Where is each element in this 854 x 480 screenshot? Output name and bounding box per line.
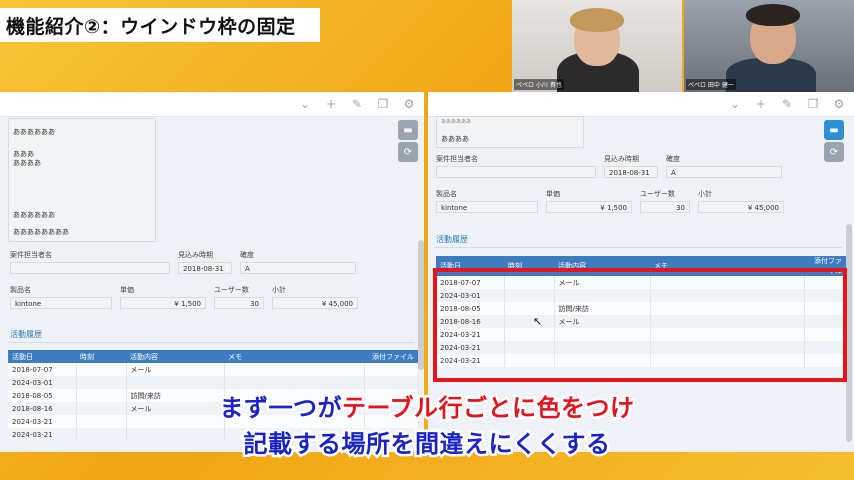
textarea-line: ああああああ xyxy=(441,119,472,125)
users-field[interactable]: 30 xyxy=(214,297,264,309)
caption-line-2: 記載する場所を間違えにくくする xyxy=(0,424,854,461)
caption-part: まず一つが xyxy=(217,392,344,425)
copy-icon[interactable]: ❐ xyxy=(806,97,820,111)
period-field[interactable]: 2018-08-31 xyxy=(178,262,232,274)
column-header: メモ xyxy=(224,350,364,363)
column-header: 時刻 xyxy=(76,350,126,363)
caption-line-1: まず一つがテーブル行ごとに色をつけ xyxy=(0,388,854,425)
subtotal-field: ¥ 45,000 xyxy=(272,297,358,309)
mouse-cursor-icon: ↖ xyxy=(533,315,543,328)
manager-field[interactable] xyxy=(10,262,170,274)
section-divider xyxy=(8,342,414,343)
price-field[interactable]: ¥ 1,500 xyxy=(120,297,206,309)
person-hair xyxy=(570,8,624,32)
period-label: 見込み時期 xyxy=(178,251,213,259)
settings-icon[interactable]: ⚙ xyxy=(402,97,416,111)
comment-icon[interactable]: ▬ xyxy=(398,120,418,140)
price-field[interactable]: ¥ 1,500 xyxy=(546,201,632,213)
subtotal-label: 小計 xyxy=(698,190,712,198)
webcam-name-right: ペペロ 田中 健一 xyxy=(686,79,736,90)
price-label: 単価 xyxy=(546,190,560,198)
period-field[interactable]: 2018-08-31 xyxy=(604,166,658,178)
webcam-right: ペペロ 田中 健一 xyxy=(684,0,854,92)
highlight-box xyxy=(433,268,847,382)
person-hair xyxy=(746,4,800,26)
column-header: 添付ファイル xyxy=(364,350,418,363)
users-label: ユーザー数 xyxy=(640,190,675,198)
table-row[interactable]: 2018-07-07 メール xyxy=(8,363,419,376)
product-field[interactable]: kintone xyxy=(10,297,112,309)
edit-icon[interactable]: ✎ xyxy=(350,97,364,111)
copy-icon[interactable]: ❐ xyxy=(376,97,390,111)
manager-field[interactable] xyxy=(436,166,596,178)
chevron-down-icon[interactable]: ⌄ xyxy=(298,97,312,111)
chevron-down-icon[interactable]: ⌄ xyxy=(728,97,742,111)
video-title: 機能紹介②：ウインドウ枠の固定 xyxy=(6,15,296,38)
users-label: ユーザー数 xyxy=(214,286,249,294)
history-icon[interactable]: ⟳ xyxy=(824,142,844,162)
activity-section-title: 活動履歴 xyxy=(436,235,468,244)
caption-part: テーブル行ごとに色をつけ xyxy=(339,392,636,425)
table-cell: 2018-07-07 xyxy=(8,363,77,376)
product-label: 製品名 xyxy=(436,190,457,198)
subtotal-field: ¥ 45,000 xyxy=(698,201,784,213)
add-icon[interactable]: + xyxy=(324,97,338,111)
webcam-name-left: ペペロ 小川 貴也 xyxy=(514,79,564,90)
table-cell xyxy=(364,363,419,376)
textarea-field[interactable]: ああああああ ああああ xyxy=(436,116,584,148)
column-header: 活動内容 xyxy=(126,350,224,363)
table-cell: メール xyxy=(126,363,225,376)
textarea-line: ああああ xyxy=(441,135,469,143)
manager-label: 案件担当者名 xyxy=(10,251,52,259)
history-icon[interactable]: ⟳ xyxy=(398,142,418,162)
column-header: 活動日 xyxy=(8,350,76,363)
confidence-field[interactable]: A xyxy=(666,166,782,178)
users-field[interactable]: 30 xyxy=(640,201,690,213)
textarea-line: ああああああ xyxy=(13,128,55,136)
webcam-left: ペペロ 小川 貴也 xyxy=(512,0,682,92)
settings-icon[interactable]: ⚙ xyxy=(832,97,846,111)
subtotal-label: 小計 xyxy=(272,286,286,294)
price-label: 単価 xyxy=(120,286,134,294)
add-icon[interactable]: + xyxy=(754,97,768,111)
textarea-line: ああああああああ xyxy=(13,228,69,236)
caption-part: 記載する場所を間違えにくくする xyxy=(241,428,613,461)
record-toolbar: ⌄ + ✎ ❐ ⚙ xyxy=(0,92,424,117)
edit-icon[interactable]: ✎ xyxy=(780,97,794,111)
section-divider xyxy=(434,247,842,248)
confidence-label: 確度 xyxy=(240,251,254,259)
confidence-field[interactable]: A xyxy=(240,262,356,274)
comment-icon[interactable]: ▬ xyxy=(824,120,844,140)
record-toolbar: ⌄ + ✎ ❐ ⚙ xyxy=(428,92,854,117)
textarea-field[interactable]: ああああああ あああ ああああ ああああああ ああああああああ xyxy=(8,118,156,242)
textarea-line: ああああああ xyxy=(13,211,55,219)
confidence-label: 確度 xyxy=(666,155,680,163)
scrollbar[interactable] xyxy=(418,240,424,370)
video-title-banner: 機能紹介②：ウインドウ枠の固定 xyxy=(0,8,320,42)
period-label: 見込み時期 xyxy=(604,155,639,163)
table-cell xyxy=(76,363,127,376)
textarea-line: ああああ xyxy=(13,159,41,167)
table-header-row: 活動日 時刻 活動内容 メモ 添付ファイル xyxy=(8,350,418,363)
activity-section-title: 活動履歴 xyxy=(10,330,42,339)
manager-label: 案件担当者名 xyxy=(436,155,478,163)
product-field[interactable]: kintone xyxy=(436,201,538,213)
product-label: 製品名 xyxy=(10,286,31,294)
table-cell xyxy=(224,363,365,376)
